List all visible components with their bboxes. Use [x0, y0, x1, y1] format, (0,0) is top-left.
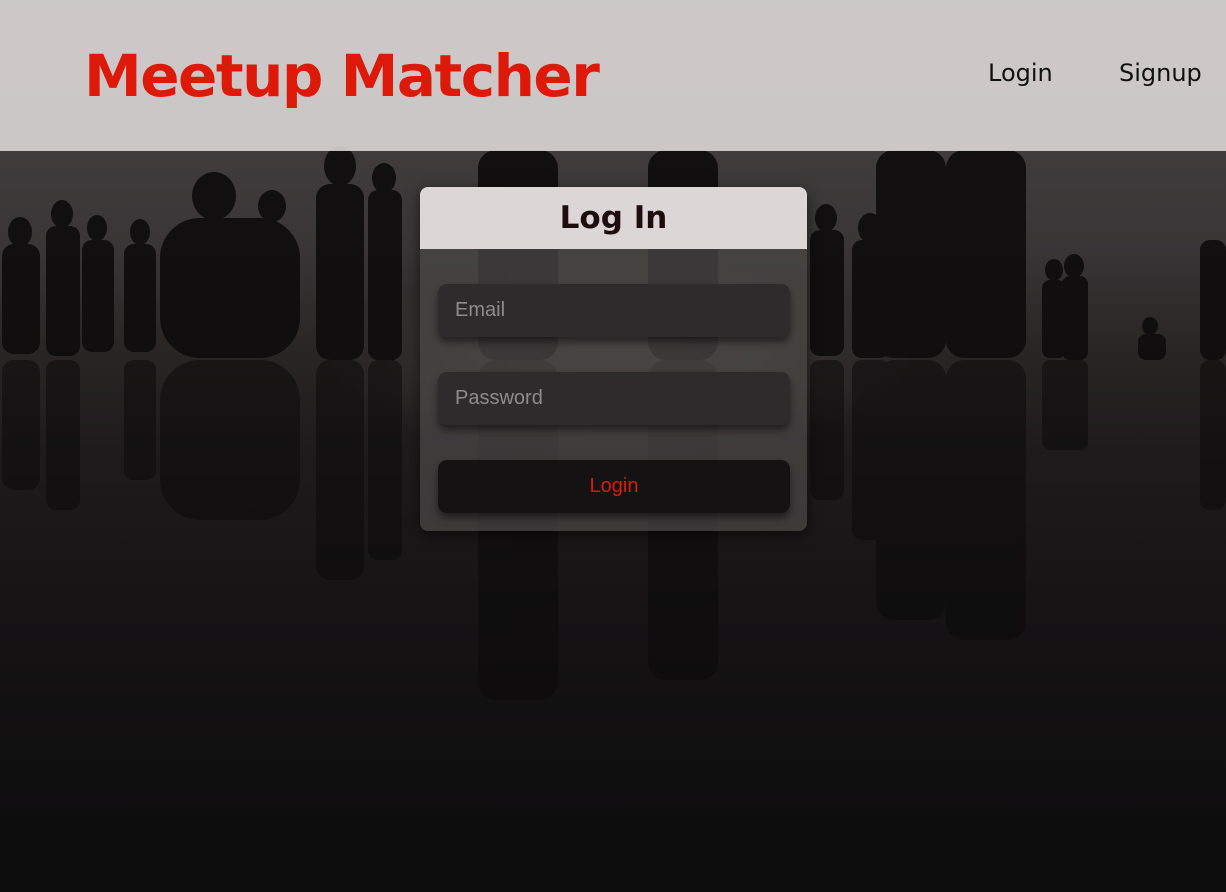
brand-logo[interactable]: Meetup Matcher	[84, 40, 600, 112]
login-submit-button[interactable]: Login	[438, 460, 790, 513]
login-card-title: Log In	[559, 200, 668, 236]
login-page: Meetup Matcher Login Signup Log In Login	[0, 0, 1226, 892]
password-field[interactable]	[438, 372, 790, 425]
nav-login-link[interactable]: Login	[988, 56, 1053, 90]
login-card: Log In Login	[420, 187, 807, 531]
nav-signup-link[interactable]: Signup	[1119, 56, 1202, 90]
top-navbar: Meetup Matcher Login Signup	[0, 0, 1226, 151]
page-footer-band	[0, 818, 1226, 892]
email-field[interactable]	[438, 284, 790, 337]
login-card-header: Log In	[420, 187, 807, 249]
